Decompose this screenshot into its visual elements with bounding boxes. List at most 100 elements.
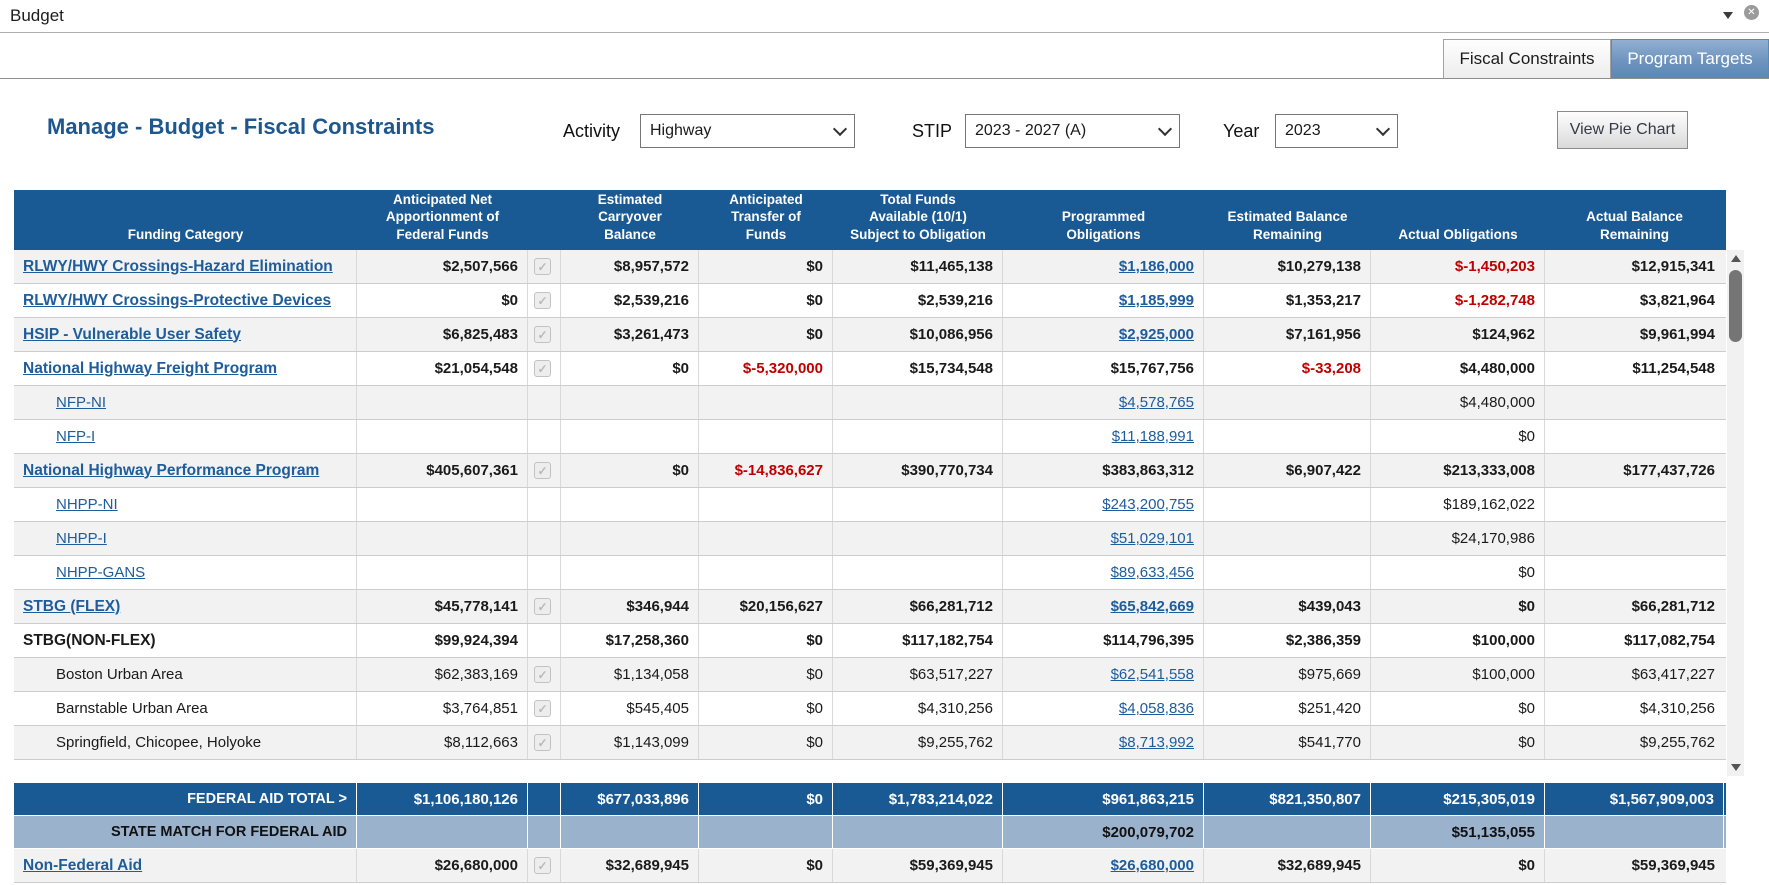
amount-value: $100,000	[1472, 632, 1535, 649]
table-cell: $4,480,000	[1371, 386, 1545, 419]
amount-value: $439,043	[1298, 598, 1361, 615]
funding-category-cell: Non-Federal Aid	[14, 849, 357, 882]
table-cell: $0	[699, 692, 833, 725]
amount-value: $3,821,964	[1639, 292, 1715, 309]
table-cell: $677,033,896	[561, 783, 699, 815]
amount-value: $3,764,851	[442, 700, 518, 717]
amount-link[interactable]: $1,185,999	[1119, 292, 1194, 309]
close-icon[interactable]: ✕	[1744, 5, 1759, 20]
table-cell	[561, 816, 699, 848]
column-header: Funding Category	[14, 226, 357, 250]
amount-value: $1,567,909,003	[1609, 790, 1714, 808]
table-cell: $-14,836,627	[699, 454, 833, 487]
amount-link[interactable]: $26,680,000	[1111, 857, 1194, 874]
funding-category-link[interactable]: NHPP-GANS	[56, 564, 145, 581]
funding-category-link[interactable]: NHPP-I	[56, 530, 107, 547]
table-cell: $2,925,000	[1003, 318, 1204, 351]
table-cell: $32,689,945	[1204, 849, 1371, 882]
table-cell: $821,350,807	[1204, 783, 1371, 815]
amount-value: $0	[1518, 564, 1535, 581]
column-header: Anticipated Net Apportionment of Federal F…	[357, 191, 528, 250]
funding-category-link[interactable]: Non-Federal Aid	[23, 857, 142, 875]
table-cell	[1204, 420, 1371, 453]
amount-value: $390,770,734	[901, 462, 993, 479]
amount-link[interactable]: $8,713,992	[1119, 734, 1194, 751]
vertical-scrollbar[interactable]	[1727, 250, 1744, 776]
table-cell: $1,567,909,003	[1545, 783, 1724, 815]
amount-value: $213,333,008	[1443, 462, 1535, 479]
amount-value: $0	[806, 857, 823, 874]
table-cell: $62,383,169	[357, 658, 528, 691]
funding-category-link[interactable]: NFP-NI	[56, 394, 106, 411]
table-cell: $2,386,359	[1204, 624, 1371, 657]
funding-category-link[interactable]: STBG (FLEX)	[23, 598, 120, 616]
funding-category-cell: NHPP-I	[14, 522, 357, 555]
amount-link[interactable]: $2,925,000	[1119, 326, 1194, 343]
table-row: NHPP-I $51,029,101 $24,170,986	[14, 522, 1726, 556]
tab-fiscal-constraints[interactable]: Fiscal Constraints	[1443, 39, 1611, 78]
funding-category-link[interactable]: RLWY/HWY Crossings-Protective Devices	[23, 292, 331, 310]
stip-select[interactable]: 2023 - 2027 (A)	[965, 114, 1180, 148]
table-cell: $26,680,000	[1003, 849, 1204, 882]
amount-value: $0	[672, 360, 689, 377]
funding-category-link[interactable]: National Highway Freight Program	[23, 360, 277, 378]
table-cell	[699, 420, 833, 453]
amount-link[interactable]: $243,200,755	[1102, 496, 1194, 513]
amount-link[interactable]: $4,058,836	[1119, 700, 1194, 717]
table-cell	[357, 420, 528, 453]
amount-value: $541,770	[1298, 734, 1361, 751]
scrollbar-thumb[interactable]	[1729, 270, 1742, 342]
amount-value: $0	[1518, 598, 1535, 615]
checkbox-checked-icon: ✓	[534, 292, 551, 309]
table-cell: ✓	[528, 454, 561, 487]
amount-link[interactable]: $11,188,991	[1112, 428, 1194, 445]
table-row: NFP-I $11,188,991 $0	[14, 420, 1726, 454]
funding-category-link[interactable]: HSIP - Vulnerable User Safety	[23, 326, 241, 344]
amount-link[interactable]: $4,578,765	[1119, 394, 1194, 411]
amount-value: $1,143,099	[613, 734, 689, 751]
table-cell: $100,000	[1371, 658, 1545, 691]
amount-value: $20,156,627	[739, 598, 823, 615]
amount-link[interactable]: $62,541,558	[1111, 666, 1194, 683]
funding-category-link[interactable]: NFP-I	[56, 428, 95, 445]
funding-category-link[interactable]: NHPP-NI	[56, 496, 118, 513]
column-header-line: Apportionment of	[385, 209, 500, 225]
checkbox-checked-icon: ✓	[534, 326, 551, 343]
amount-value: $0	[1518, 700, 1535, 717]
view-pie-chart-button[interactable]: View Pie Chart	[1557, 111, 1688, 149]
table-row: HSIP - Vulnerable User Safety $6,825,483 ✓…	[14, 318, 1726, 352]
amount-link[interactable]: $51,029,101	[1111, 530, 1194, 547]
table-cell: $89,633,456	[1003, 556, 1204, 589]
page-title: Manage - Budget - Fiscal Constraints	[47, 114, 435, 139]
amount-link[interactable]: $1,186,000	[1119, 258, 1194, 275]
table-cell: $0	[1371, 590, 1545, 623]
column-header: Estimated Balance Remaining	[1204, 208, 1371, 250]
table-cell: $200,079,702	[1003, 816, 1204, 848]
check-icon: ✓	[537, 701, 548, 716]
table-cell	[833, 488, 1003, 521]
chevron-down-icon[interactable]	[1723, 12, 1733, 19]
funding-category-link[interactable]: RLWY/HWY Crossings-Hazard Elimination	[23, 258, 333, 276]
activity-select[interactable]: Highway	[640, 114, 855, 148]
amount-value: $821,350,807	[1269, 790, 1361, 808]
amount-value: $0	[1518, 734, 1535, 751]
table-cell: $-33,208	[1204, 352, 1371, 385]
table-cell: $66,281,712	[1545, 590, 1724, 623]
tab-program-targets[interactable]: Program Targets	[1611, 39, 1769, 78]
amount-link[interactable]: $89,633,456	[1111, 564, 1194, 581]
table-cell: $11,254,548	[1545, 352, 1724, 385]
amount-link[interactable]: $65,842,669	[1111, 598, 1194, 615]
scroll-down-button[interactable]	[1727, 759, 1744, 776]
funding-category-link[interactable]: National Highway Performance Program	[23, 462, 319, 480]
table-cell: $177,437,726	[1545, 454, 1724, 487]
check-icon: ✓	[537, 463, 548, 478]
amount-value: $-5,320,000	[742, 360, 823, 377]
funding-category-cell: Boston Urban Area	[14, 658, 357, 691]
scroll-up-button[interactable]	[1727, 250, 1744, 267]
column-header-line: Balance	[604, 227, 656, 243]
table-cell	[561, 420, 699, 453]
amount-value: $63,417,227	[1631, 666, 1715, 683]
table-cell: $541,770	[1204, 726, 1371, 759]
table-cell: $124,962	[1371, 318, 1545, 351]
year-select[interactable]: 2023	[1275, 114, 1398, 148]
